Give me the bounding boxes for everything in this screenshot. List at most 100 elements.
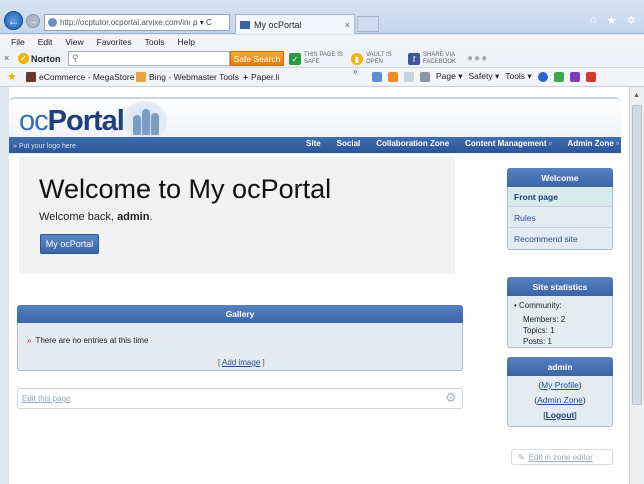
menu-rules[interactable]: Rules xyxy=(508,208,612,228)
address-controls[interactable]: ρ ▾ C xyxy=(193,18,212,27)
page-title: Welcome to My ocPortal xyxy=(39,174,332,204)
forward-arrow-icon: → xyxy=(28,16,38,26)
admin-panel-title: admin xyxy=(507,357,613,376)
nav-admin-zone[interactable]: Admin Zone ▫ xyxy=(568,139,619,148)
onenote-icon[interactable] xyxy=(569,71,580,82)
site-statistics-content: • Community: Members: 2 Topics: 1 Posts:… xyxy=(514,301,566,346)
back-button[interactable]: ← xyxy=(4,11,23,30)
site-nav: Site Social Collaboration Zone Content M… xyxy=(306,139,619,148)
read-mail-icon[interactable] xyxy=(404,71,414,82)
vault-indicator[interactable]: ▮ VAULT IS OPEN xyxy=(351,52,392,66)
admin-zone-link[interactable]: Admin Zone xyxy=(537,395,583,405)
my-profile-link[interactable]: My Profile xyxy=(541,380,579,390)
welcome-message: Welcome back, admin. xyxy=(39,211,153,223)
norton-search-input[interactable]: ⚲ xyxy=(68,51,230,66)
menu-bar: File Edit View Favorites Tools Help xyxy=(0,35,644,49)
stat-posts: Posts: 1 xyxy=(523,337,552,346)
gallery-title: Gallery xyxy=(17,305,463,323)
edit-page-bar xyxy=(17,388,463,409)
menu-help[interactable]: Help xyxy=(177,37,194,47)
vault-status: OPEN xyxy=(366,59,384,65)
my-profile-link-wrapper: (My Profile) xyxy=(538,380,582,390)
welcome-panel-title: Welcome xyxy=(507,168,613,187)
addon-icon[interactable] xyxy=(553,71,564,82)
address-url[interactable]: http://ocptutor.ocportal.arvixe.com/inde… xyxy=(60,18,190,27)
scrollbar[interactable]: ▲ xyxy=(629,87,644,484)
tools-menu[interactable]: Tools ▾ xyxy=(505,71,531,82)
browser-tab[interactable]: My ocPortal × xyxy=(235,14,355,34)
menu-recommend-site[interactable]: Recommend site xyxy=(508,229,612,249)
safety-menu[interactable]: Safety ▾ xyxy=(468,71,499,82)
logo-tagline: » Put your logo here xyxy=(13,143,77,150)
norton-more-icon[interactable]: ●●● xyxy=(467,53,488,64)
settings-gear-icon[interactable]: ✲ xyxy=(627,14,636,27)
bracket-close: ] xyxy=(262,358,265,367)
menu-front-page[interactable]: Front page xyxy=(508,187,612,207)
menu-edit[interactable]: Edit xyxy=(38,37,53,47)
add-image-wrapper: [ Add image ] xyxy=(218,358,265,367)
favorites-chevron-icon[interactable]: » xyxy=(353,67,357,76)
edit-icon: ✎ xyxy=(518,452,525,462)
nav-social[interactable]: Social xyxy=(337,139,361,148)
rss-feed-icon[interactable] xyxy=(388,71,398,82)
favorites-star-icon[interactable]: ★ xyxy=(7,70,17,83)
my-ocportal-button[interactable]: My ocPortal xyxy=(40,234,99,254)
address-bar[interactable]: http://ocptutor.ocportal.arvixe.com/inde… xyxy=(44,14,230,31)
community-label: Community: xyxy=(519,301,562,310)
new-tab-button[interactable] xyxy=(357,16,379,32)
zone-editor-button[interactable]: ✎ Edit in zone editor xyxy=(511,449,613,465)
shield-check-icon: ✓ xyxy=(289,53,301,65)
share-facebook-button[interactable]: f SHARE VIA FACEBOOK xyxy=(408,52,456,66)
scroll-up-icon[interactable]: ▲ xyxy=(633,92,640,99)
favorite-label: Bing - Webmaster Tools xyxy=(149,72,239,82)
menu-tools[interactable]: Tools xyxy=(145,37,165,47)
page-safe-status: SAFE xyxy=(304,59,320,65)
home-icon[interactable]: ⌂ xyxy=(590,14,597,27)
site-statistics-title: Site statistics xyxy=(507,277,613,296)
favorite-ecommerce[interactable]: eCommerce - MegaStore ... xyxy=(26,72,144,82)
safe-search-button[interactable]: Safe Search xyxy=(230,51,284,66)
menu-view[interactable]: View xyxy=(65,37,83,47)
welcome-prefix: Welcome back, xyxy=(39,211,114,223)
forward-button[interactable]: → xyxy=(26,14,40,28)
page-favicon-icon xyxy=(240,20,250,29)
tab-title: My ocPortal xyxy=(254,19,302,30)
nav-content-management[interactable]: Content Management ▫ xyxy=(465,139,551,148)
home-page-icon[interactable] xyxy=(372,71,382,82)
plus-icon: + xyxy=(243,72,248,82)
admin-zone-link-wrapper: (Admin Zone) xyxy=(534,395,586,405)
bullet-icon: » xyxy=(27,336,32,345)
gear-icon[interactable]: ⚙ xyxy=(445,390,457,406)
page-menu[interactable]: Page ▾ xyxy=(436,71,462,82)
norton-close-icon[interactable]: × xyxy=(4,53,9,63)
site-logo[interactable]: ocPortal xyxy=(19,105,125,138)
help-icon[interactable] xyxy=(537,71,548,82)
favorites-star-icon[interactable]: ★ xyxy=(607,14,617,27)
print-icon[interactable] xyxy=(420,71,430,82)
tab-close-icon[interactable]: × xyxy=(345,20,350,30)
people-graphic xyxy=(123,101,167,141)
add-image-link[interactable]: Add image xyxy=(222,358,260,367)
share-label: SHARE VIA xyxy=(423,52,456,58)
browser-window-icons: ⌂ ★ ✲ xyxy=(590,14,636,27)
page-safe-label: THIS PAGE IS xyxy=(304,52,343,58)
globe-icon xyxy=(48,18,57,27)
edit-page-link[interactable]: Edit this page xyxy=(22,394,70,403)
back-arrow-icon: ← xyxy=(7,13,20,28)
scrollbar-thumb[interactable] xyxy=(632,105,642,405)
logout-link[interactable]: Logout xyxy=(546,410,575,420)
gallery-empty-text: There are no entries at this time xyxy=(35,336,149,345)
nav-site[interactable]: Site xyxy=(306,139,321,148)
page-safe-indicator[interactable]: ✓ THIS PAGE IS SAFE xyxy=(289,52,343,66)
favorite-paperli[interactable]: + Paper.li xyxy=(243,72,279,82)
favorite-bing[interactable]: Bing - Webmaster Tools xyxy=(136,72,239,82)
nav-collaboration-zone[interactable]: Collaboration Zone xyxy=(376,139,449,148)
addon-red-icon[interactable] xyxy=(585,71,596,82)
menu-file[interactable]: File xyxy=(11,37,25,47)
command-bar: Page ▾ Safety ▾ Tools ▾ xyxy=(372,71,596,82)
share-target: FACEBOOK xyxy=(423,59,457,65)
stat-topics: Topics: 1 xyxy=(523,326,555,335)
menu-favorites[interactable]: Favorites xyxy=(97,37,132,47)
norton-brand: Norton xyxy=(31,53,61,64)
gallery-empty-message: » There are no entries at this time xyxy=(27,336,148,345)
